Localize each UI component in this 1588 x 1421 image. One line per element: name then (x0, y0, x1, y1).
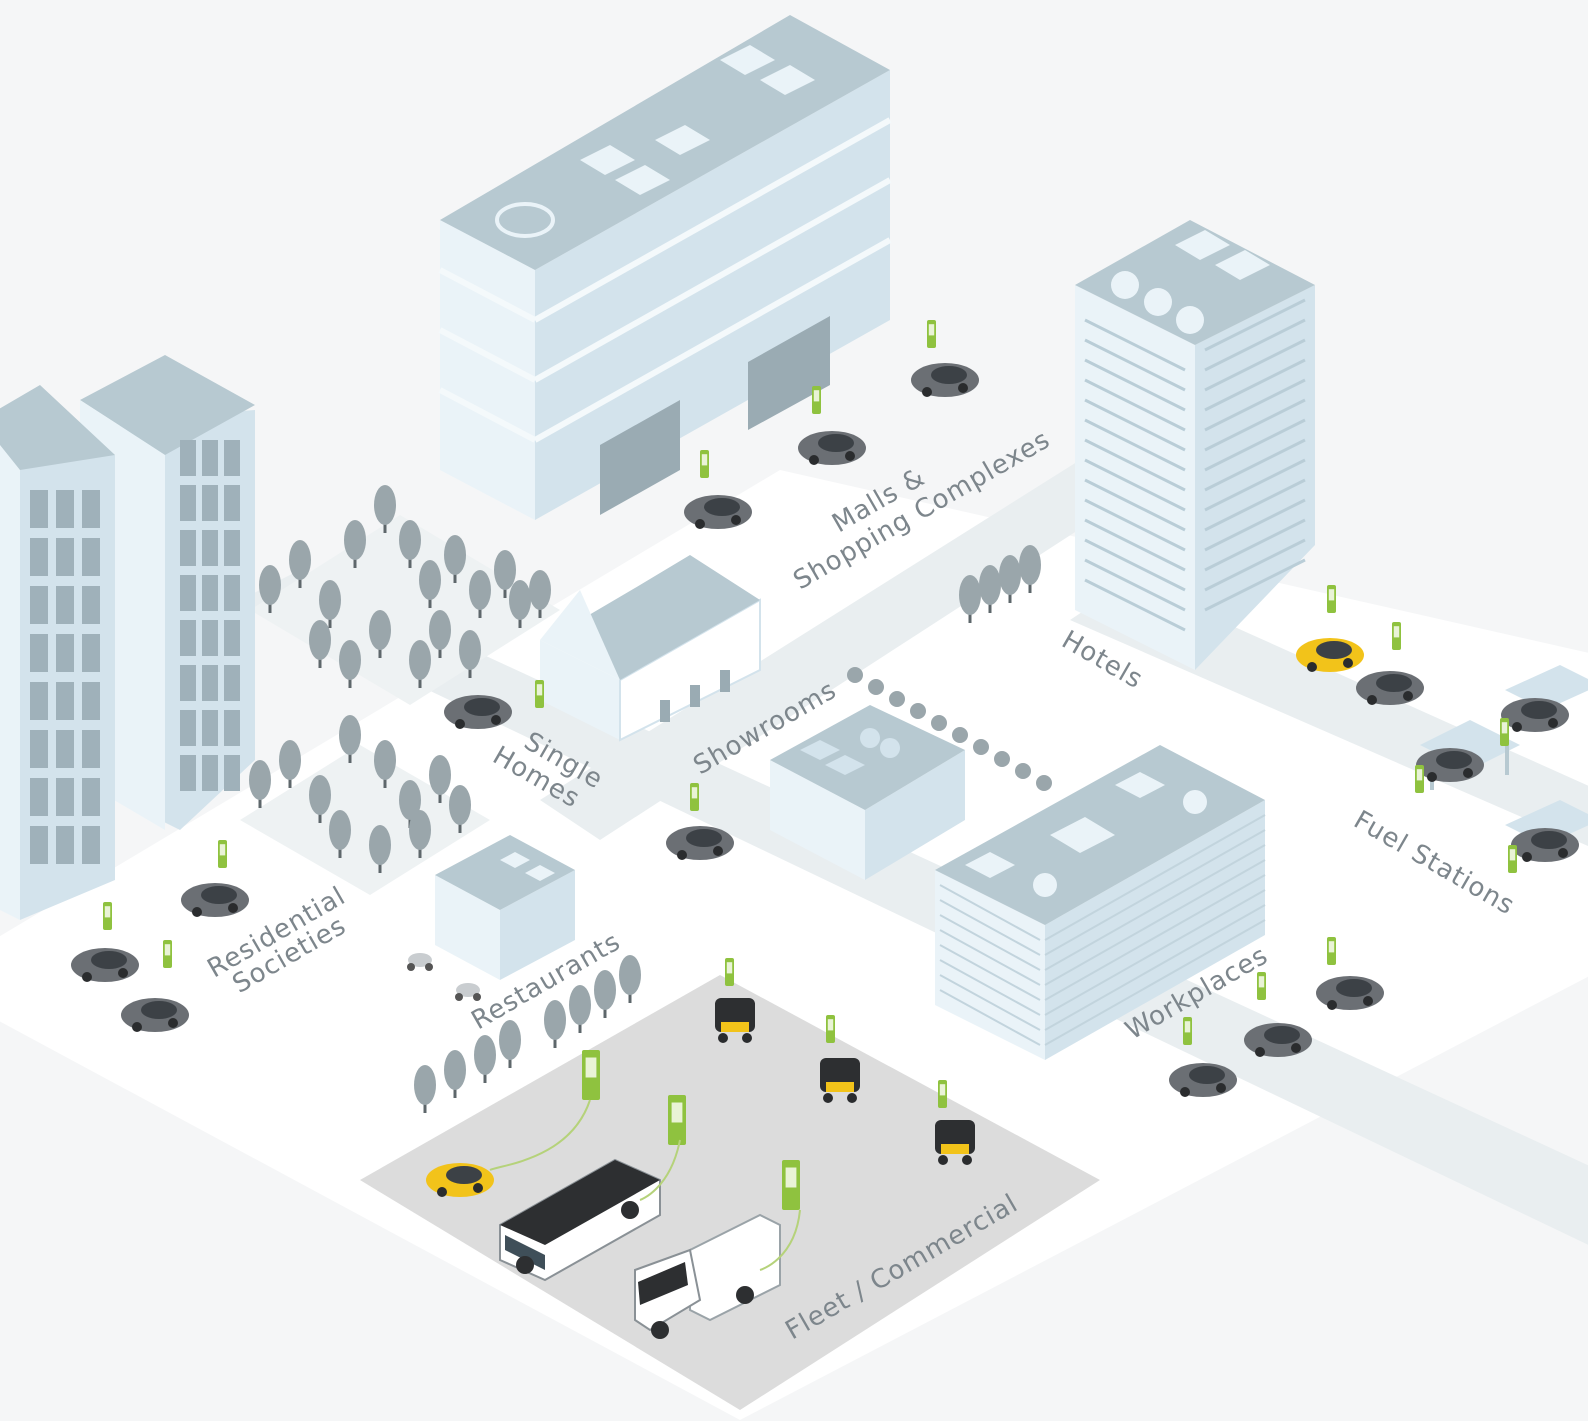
taxi-icon (426, 1163, 494, 1197)
car-icon (911, 363, 979, 397)
car-icon (1416, 748, 1484, 782)
car-icon (444, 695, 512, 729)
ev-charger-icon (218, 840, 227, 868)
ev-charger-icon (1183, 1017, 1192, 1045)
ev-charger-icon (690, 783, 699, 811)
ev-charger-icon (582, 1050, 600, 1100)
ev-charger-icon (535, 680, 544, 708)
ev-charger-icon (700, 450, 709, 478)
ev-charger-icon (1257, 972, 1266, 1000)
car-icon (1244, 1023, 1312, 1057)
ev-charger-icon (1327, 937, 1336, 965)
tree-icon (339, 640, 361, 688)
car-icon (684, 495, 752, 529)
car-icon (666, 826, 734, 860)
ev-charger-icon (927, 320, 936, 348)
ev-charger-icon (103, 902, 112, 930)
ev-charger-icon (668, 1095, 686, 1145)
car-icon (1316, 976, 1384, 1010)
tree-icon (309, 620, 331, 668)
car-icon (1501, 698, 1569, 732)
ev-charger-icon (1327, 585, 1336, 613)
ev-charger-icon (938, 1080, 947, 1108)
car-icon (1511, 828, 1579, 862)
ev-charger-icon (1415, 765, 1424, 793)
ev-charger-icon (826, 1015, 835, 1043)
ev-charger-icon (1508, 845, 1517, 873)
car-icon (1169, 1063, 1237, 1097)
ev-charger-icon (163, 940, 172, 968)
ev-charger-icon (725, 958, 734, 986)
ev-charger-icon (1392, 622, 1401, 650)
car-icon (121, 998, 189, 1032)
car-icon (1356, 671, 1424, 705)
ev-charger-icon (1500, 718, 1509, 746)
car-icon (71, 948, 139, 982)
car-icon (181, 883, 249, 917)
car-icon (798, 431, 866, 465)
taxi-icon (1296, 638, 1364, 672)
ev-charger-icon (782, 1160, 800, 1210)
ev-charger-icon (812, 386, 821, 414)
residential-tower-front-left (0, 430, 20, 920)
ev-charging-city-illustration: Malls & Shopping Complexes Hotels Single… (0, 15, 1588, 1420)
